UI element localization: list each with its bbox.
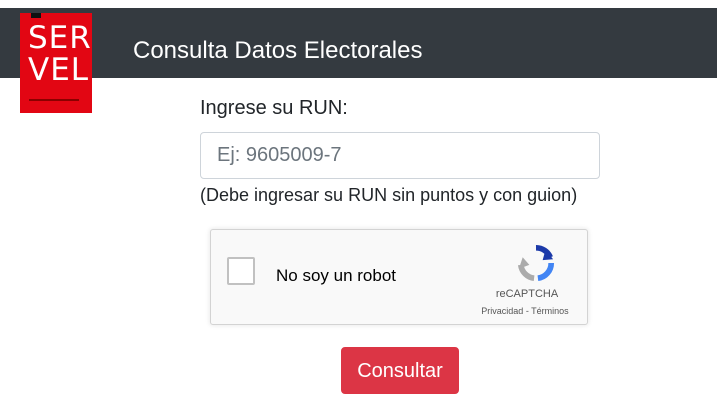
servel-logo[interactable]: SER VEL [20, 13, 92, 113]
page-title: Consulta Datos Electorales [133, 37, 423, 64]
logo-underline [29, 99, 79, 101]
consultar-button[interactable]: Consultar [341, 347, 459, 394]
run-help-text: (Debe ingresar su RUN sin puntos y con g… [200, 185, 578, 205]
recaptcha-widget: No soy un robot reCAPTCHA Privacidad - T… [210, 229, 588, 325]
run-input[interactable] [200, 132, 600, 179]
logo-text-line2: VEL [28, 52, 90, 88]
recaptcha-privacy-link[interactable]: Privacidad [481, 306, 523, 316]
recaptcha-icon [517, 244, 555, 282]
recaptcha-brand: reCAPTCHA [495, 288, 559, 300]
run-label: Ingrese su RUN: [200, 97, 348, 119]
header-bar: Consulta Datos Electorales [0, 8, 717, 78]
logo-accent-bar [31, 13, 41, 18]
recaptcha-links: Privacidad - Términos [463, 306, 587, 317]
recaptcha-label: No soy un robot [276, 266, 397, 285]
logo-text-line1: SER [28, 20, 92, 56]
recaptcha-terms-link[interactable]: Términos [531, 306, 569, 316]
recaptcha-link-separator: - [523, 306, 532, 316]
recaptcha-checkbox[interactable] [227, 257, 255, 285]
top-strip [0, 0, 717, 8]
